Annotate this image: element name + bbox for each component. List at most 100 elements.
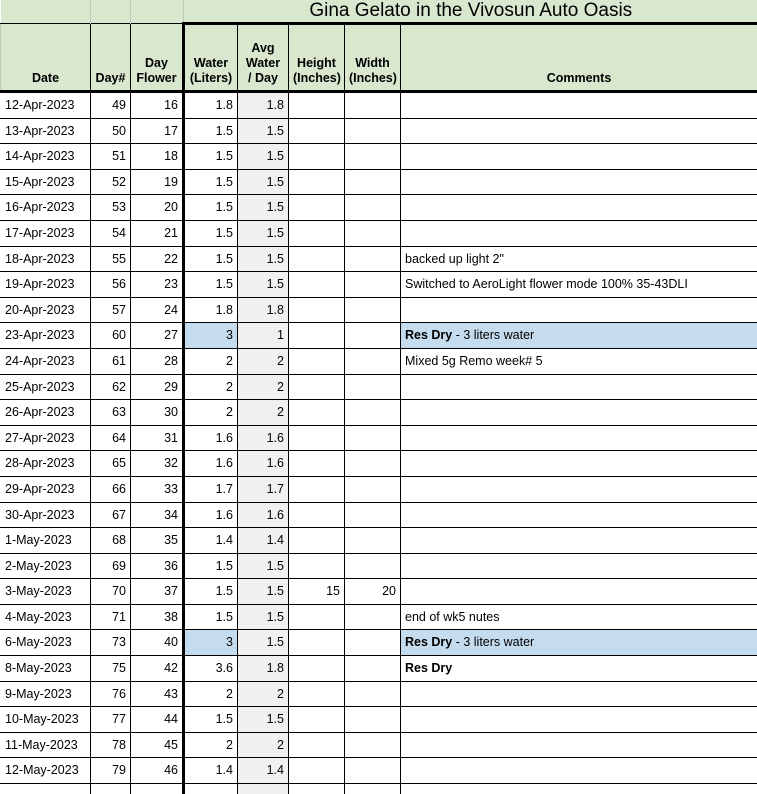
cell-comments[interactable] (401, 681, 757, 707)
cell-height-inches[interactable] (289, 348, 345, 374)
cell-avg-water-per-day[interactable]: 1.5 (238, 118, 289, 144)
cell-day-flower[interactable]: 40 (131, 630, 184, 656)
cell-avg-water-per-day[interactable]: 1.5 (238, 630, 289, 656)
cell-width-inches[interactable] (345, 272, 401, 298)
cell-comments[interactable] (401, 400, 757, 426)
cell-avg-water-per-day[interactable]: 1.5 (238, 604, 289, 630)
table-row[interactable]: 11-May-2023784522 (1, 732, 757, 758)
cell-comments[interactable] (401, 118, 757, 144)
cell-avg-water-per-day[interactable]: 1.5 (238, 707, 289, 733)
cell-comments[interactable]: end of wk5 nutes (401, 604, 757, 630)
cell-day[interactable]: 57 (91, 297, 131, 323)
table-row[interactable]: 10-May-202377441.51.5 (1, 707, 757, 733)
cell-day[interactable]: 75 (91, 656, 131, 682)
cell-height-inches[interactable] (289, 118, 345, 144)
cell-date[interactable]: 14-Apr-2023 (1, 144, 91, 170)
cell-width-inches[interactable] (345, 400, 401, 426)
cell-width-inches[interactable] (345, 528, 401, 554)
cell-comments[interactable] (401, 732, 757, 758)
cell-width-inches[interactable] (345, 92, 401, 119)
table-row[interactable]: 18-Apr-202355221.51.5backed up light 2" (1, 246, 757, 272)
cell-water-liters[interactable]: 1.5 (184, 144, 238, 170)
cell-height-inches[interactable] (289, 323, 345, 349)
cell-avg-water-per-day[interactable]: 1.4 (238, 758, 289, 784)
cell-height-inches[interactable] (289, 681, 345, 707)
cell-water-liters[interactable]: 1.4 (184, 758, 238, 784)
table-row[interactable]: 3-May-202370371.51.51520 (1, 579, 757, 605)
cell-width-inches[interactable] (345, 758, 401, 784)
cell-height-inches[interactable] (289, 707, 345, 733)
cell-avg-water-per-day[interactable]: 1.5 (238, 579, 289, 605)
table-row[interactable]: 6-May-2023734031.5Res Dry - 3 liters wat… (1, 630, 757, 656)
cell-width-inches[interactable] (345, 374, 401, 400)
cell-day[interactable]: 71 (91, 604, 131, 630)
cell-height-inches[interactable] (289, 732, 345, 758)
cell-width-inches[interactable] (345, 220, 401, 246)
cell-water-liters[interactable]: 1.7 (184, 476, 238, 502)
cell-avg-water-per-day[interactable]: 2 (238, 374, 289, 400)
cell-height-inches[interactable]: 15 (289, 579, 345, 605)
cell-water-liters[interactable]: 2 (184, 400, 238, 426)
cell-water-liters[interactable]: 1.6 (184, 451, 238, 477)
cell-day-flower[interactable]: 18 (131, 144, 184, 170)
cell-water-liters[interactable]: 1.6 (184, 425, 238, 451)
table-row[interactable]: 23-Apr-2023602731Res Dry - 3 liters wate… (1, 323, 757, 349)
cell-height-inches[interactable] (289, 374, 345, 400)
cell-day[interactable]: 77 (91, 707, 131, 733)
cell-height-inches[interactable] (289, 451, 345, 477)
column-header-dayflower[interactable]: Day Flower (131, 24, 184, 92)
cell-day-flower[interactable]: 34 (131, 502, 184, 528)
table-row[interactable]: 15-Apr-202352191.51.5 (1, 169, 757, 195)
cell-day[interactable]: 70 (91, 579, 131, 605)
cell-date[interactable]: 10-May-2023 (1, 707, 91, 733)
table-row[interactable]: 19-Apr-202356231.51.5Switched to AeroLig… (1, 272, 757, 298)
cell-height-inches[interactable] (289, 758, 345, 784)
cell-day[interactable]: 63 (91, 400, 131, 426)
column-header-comments[interactable]: Comments (401, 24, 757, 92)
cell-day-flower[interactable]: 30 (131, 400, 184, 426)
cell-comments[interactable] (401, 92, 757, 119)
cell-day-flower[interactable]: 35 (131, 528, 184, 554)
cell-day[interactable]: 53 (91, 195, 131, 221)
cell-comments[interactable] (401, 374, 757, 400)
cell-date[interactable]: 26-Apr-2023 (1, 400, 91, 426)
cell-day-flower[interactable]: 37 (131, 579, 184, 605)
cell-comments[interactable]: Mixed 5g Remo week# 5 (401, 348, 757, 374)
cell-date-partial[interactable] (1, 784, 91, 794)
cell-date[interactable]: 27-Apr-2023 (1, 425, 91, 451)
cell-width-inches[interactable] (345, 502, 401, 528)
cell-day[interactable]: 78 (91, 732, 131, 758)
cell-comments[interactable]: Res Dry - 3 liters water (401, 323, 757, 349)
cell-avg-water-per-day[interactable]: 1.5 (238, 195, 289, 221)
cell-width-inches[interactable] (345, 195, 401, 221)
cell-date[interactable]: 16-Apr-2023 (1, 195, 91, 221)
cell-water-liters[interactable]: 2 (184, 681, 238, 707)
cell-day-flower[interactable]: 24 (131, 297, 184, 323)
cell-avg-water-per-day[interactable]: 1.6 (238, 425, 289, 451)
table-row[interactable]: 4-May-202371381.51.5end of wk5 nutes (1, 604, 757, 630)
cell-day-flower[interactable]: 16 (131, 92, 184, 119)
cell-day-flower[interactable]: 17 (131, 118, 184, 144)
table-row[interactable]: 12-Apr-202349161.81.8 (1, 92, 757, 119)
table-row[interactable]: 2-May-202369361.51.5 (1, 553, 757, 579)
cell-avg-water-per-day[interactable]: 1.7 (238, 476, 289, 502)
cell-water-liters[interactable]: 1.8 (184, 297, 238, 323)
cell-width-inches[interactable] (345, 323, 401, 349)
cell-day[interactable]: 62 (91, 374, 131, 400)
cell-date[interactable]: 12-May-2023 (1, 758, 91, 784)
cell-comments[interactable] (401, 502, 757, 528)
cell-date[interactable]: 6-May-2023 (1, 630, 91, 656)
table-row[interactable]: 27-Apr-202364311.61.6 (1, 425, 757, 451)
cell-day-flower[interactable]: 45 (131, 732, 184, 758)
cell-date[interactable]: 3-May-2023 (1, 579, 91, 605)
cell-water-liters[interactable]: 1.5 (184, 220, 238, 246)
cell-avg-water-per-day[interactable]: 2 (238, 681, 289, 707)
cell-day[interactable]: 73 (91, 630, 131, 656)
cell-water-liters[interactable]: 2 (184, 374, 238, 400)
cell-width-inches[interactable] (345, 656, 401, 682)
cell-comments[interactable] (401, 144, 757, 170)
cell-height-inches[interactable] (289, 144, 345, 170)
cell-comments[interactable] (401, 758, 757, 784)
table-row[interactable]: 17-Apr-202354211.51.5 (1, 220, 757, 246)
cell-width-inches-partial[interactable] (345, 784, 401, 794)
